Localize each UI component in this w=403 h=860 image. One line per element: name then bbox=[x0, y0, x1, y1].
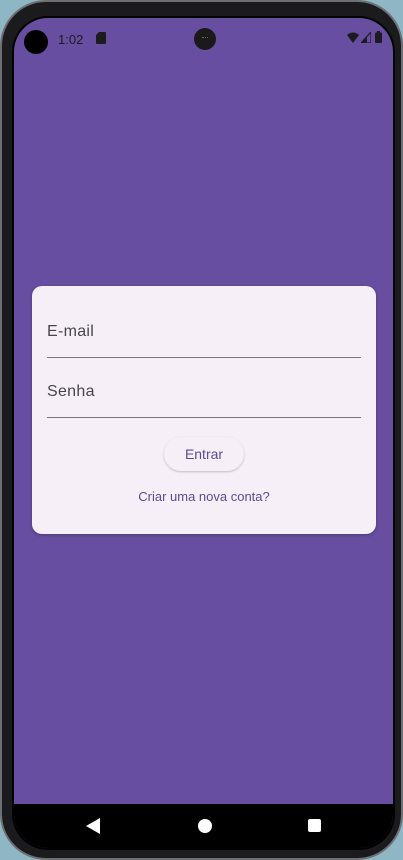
navigation-bar bbox=[14, 804, 393, 848]
status-time: 1:02 bbox=[58, 32, 84, 47]
email-input[interactable] bbox=[47, 318, 361, 346]
front-camera bbox=[24, 30, 48, 54]
phone-bezel: 1:02 E-mail Entrar Criar uma nova conta? bbox=[12, 16, 395, 850]
signal-icon bbox=[361, 32, 371, 43]
password-input[interactable] bbox=[47, 378, 361, 406]
login-card: Entrar Criar uma nova conta? bbox=[32, 286, 376, 534]
create-account-link[interactable]: Criar uma nova conta? bbox=[32, 489, 376, 504]
password-field[interactable] bbox=[47, 368, 361, 418]
wifi-icon bbox=[347, 32, 359, 43]
sd-card-icon bbox=[96, 32, 106, 44]
phone-frame: 1:02 E-mail Entrar Criar uma nova conta? bbox=[0, 0, 403, 860]
recents-icon[interactable] bbox=[308, 819, 321, 832]
app-screen: 1:02 E-mail Entrar Criar uma nova conta? bbox=[14, 18, 393, 848]
camera-cutout bbox=[194, 28, 216, 50]
battery-icon bbox=[375, 31, 382, 43]
login-button[interactable]: Entrar bbox=[164, 437, 244, 471]
back-icon[interactable] bbox=[86, 818, 100, 834]
email-field[interactable] bbox=[47, 308, 361, 358]
home-icon[interactable] bbox=[198, 819, 212, 833]
status-bar: 1:02 bbox=[14, 18, 393, 58]
